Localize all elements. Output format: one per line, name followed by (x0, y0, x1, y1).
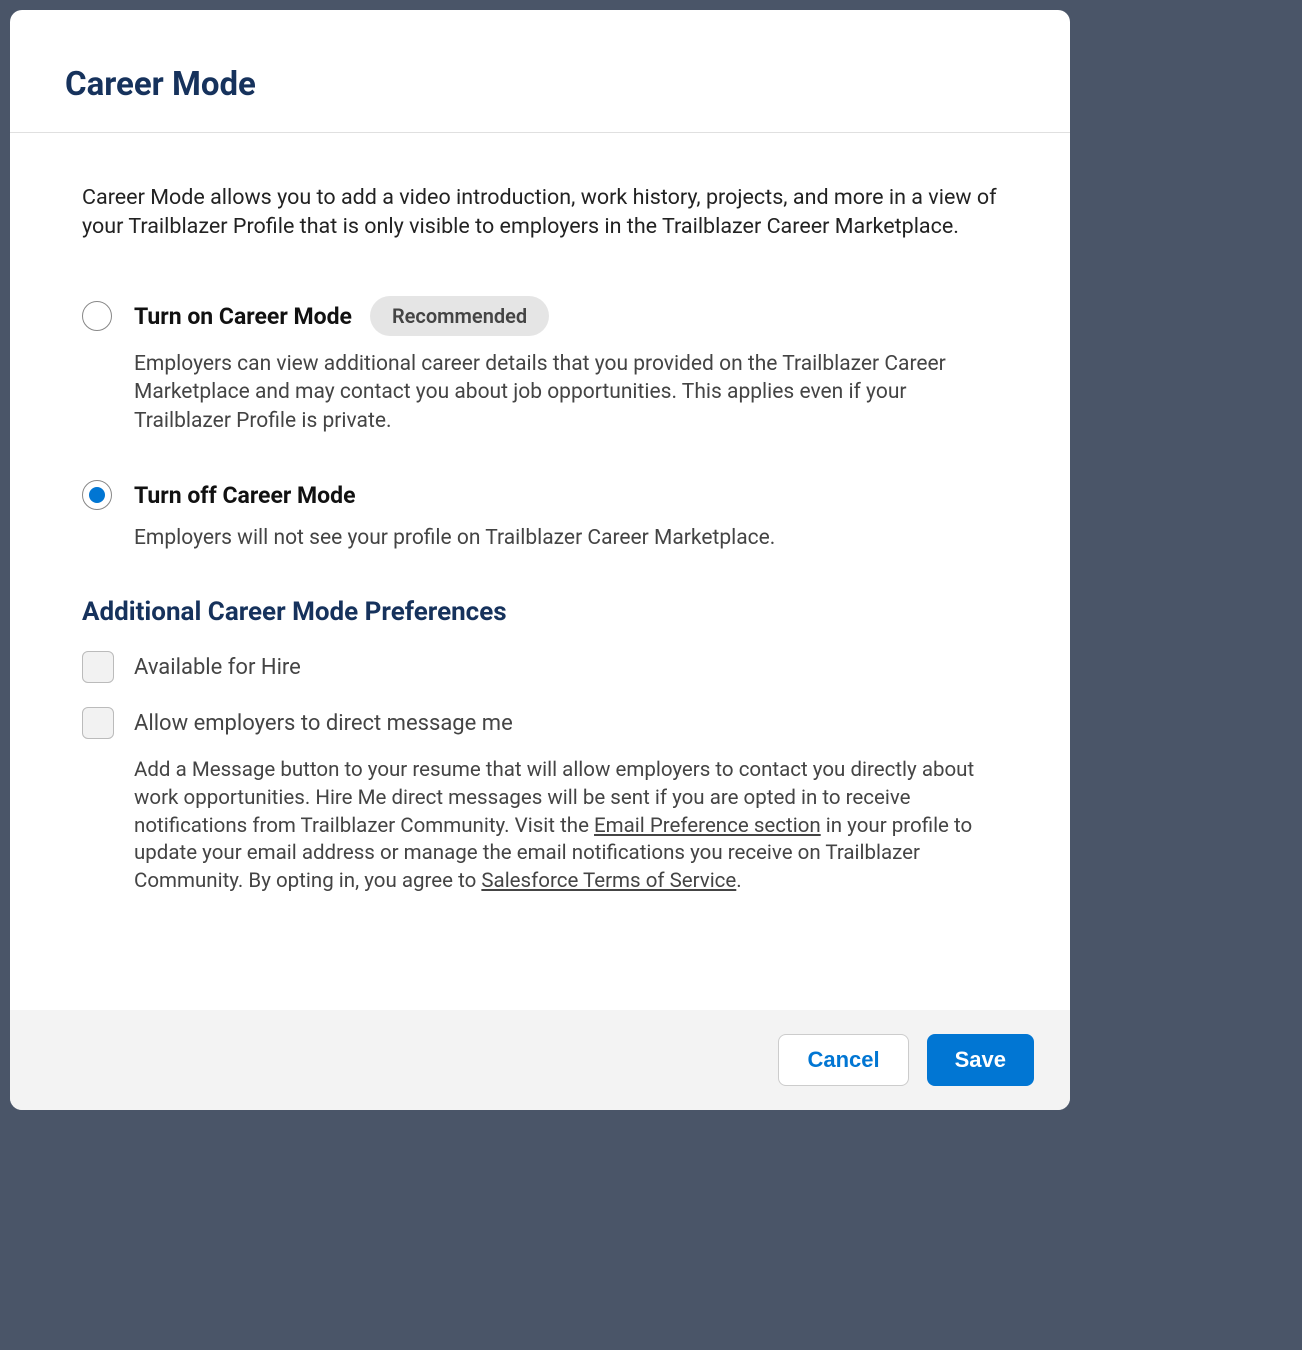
terms-of-service-link[interactable]: Salesforce Terms of Service (481, 869, 736, 893)
radio-turn-on[interactable] (82, 301, 112, 331)
option-on-desc: Employers can view additional career det… (134, 350, 998, 435)
radio-row-on: Turn on Career Mode Recommended (82, 296, 998, 336)
checkbox-label-available: Available for Hire (134, 655, 301, 680)
cancel-button[interactable]: Cancel (778, 1034, 908, 1086)
save-button[interactable]: Save (927, 1034, 1034, 1086)
checkbox-label-messaging: Allow employers to direct message me (134, 711, 513, 736)
checkbox-group-messaging: Allow employers to direct message me Add… (82, 707, 998, 895)
preferences-title: Additional Career Mode Preferences (82, 597, 998, 627)
checkbox-row-available: Available for Hire (82, 651, 998, 683)
radio-row-off: Turn off Career Mode (82, 480, 998, 510)
checkbox-row-messaging: Allow employers to direct message me (82, 707, 998, 739)
intro-text: Career Mode allows you to add a video in… (82, 183, 998, 241)
option-off-desc: Employers will not see your profile on T… (134, 524, 998, 552)
checkbox-group-available: Available for Hire (82, 651, 998, 683)
recommended-badge: Recommended (370, 296, 549, 336)
modal-title: Career Mode (65, 65, 1015, 104)
option-turn-on: Turn on Career Mode Recommended Employer… (82, 296, 998, 435)
email-preference-link[interactable]: Email Preference section (594, 814, 821, 838)
messaging-desc: Add a Message button to your resume that… (134, 757, 998, 895)
radio-turn-off[interactable] (82, 480, 112, 510)
option-turn-off: Turn off Career Mode Employers will not … (82, 480, 998, 552)
messaging-desc-part3: . (736, 869, 741, 893)
radio-label-on: Turn on Career Mode (134, 303, 352, 330)
checkbox-available-for-hire[interactable] (82, 651, 114, 683)
checkbox-allow-messaging[interactable] (82, 707, 114, 739)
modal-header: Career Mode (10, 10, 1070, 133)
modal-footer: Cancel Save (10, 1010, 1070, 1110)
career-mode-modal: Career Mode Career Mode allows you to ad… (10, 10, 1070, 1110)
modal-body: Career Mode allows you to add a video in… (10, 133, 1070, 1010)
radio-label-off: Turn off Career Mode (134, 482, 356, 509)
